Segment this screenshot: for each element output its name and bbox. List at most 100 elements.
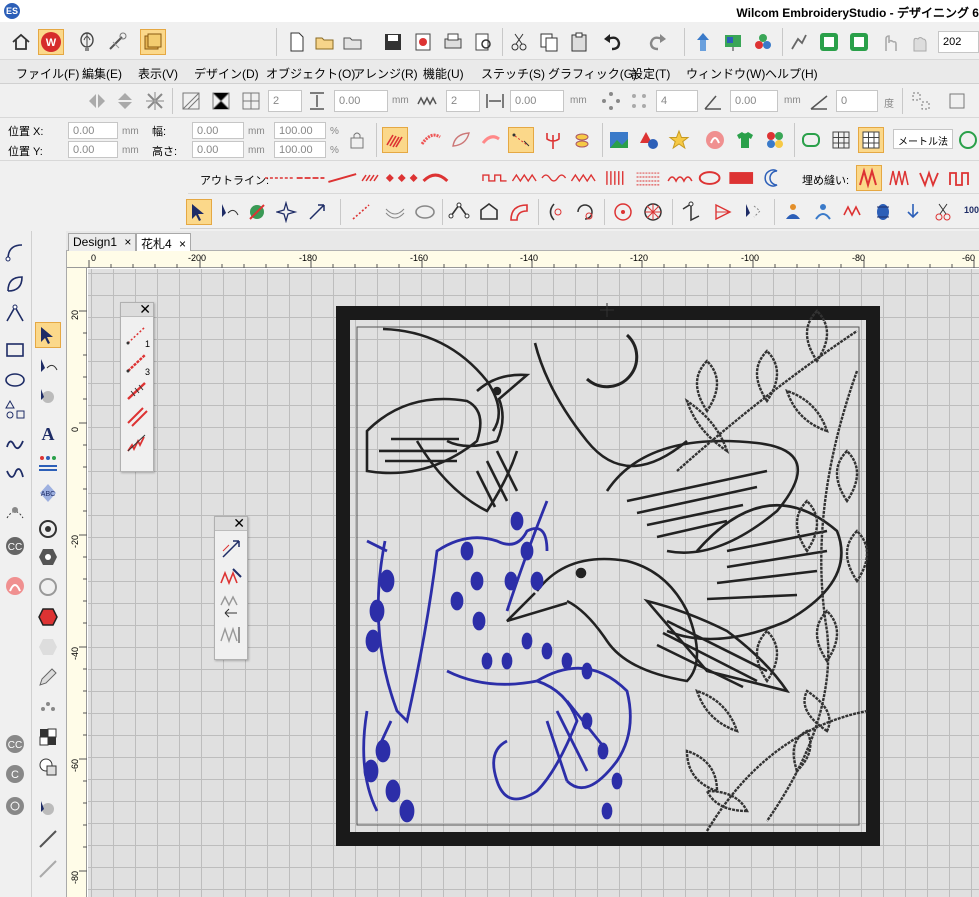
motif-fill-icon[interactable] (478, 127, 504, 153)
polyline-icon[interactable] (446, 199, 472, 225)
zigzag-line-icon[interactable] (125, 431, 151, 455)
menu-stitch[interactable]: ステッチ(S) (481, 65, 545, 82)
sparkle-select-icon[interactable] (274, 199, 300, 225)
team-names-icon[interactable] (35, 450, 61, 476)
field3[interactable]: 0.00 (730, 90, 778, 112)
skew-icon[interactable] (178, 88, 204, 114)
curve-edit-icon[interactable] (542, 199, 568, 225)
scissors-icon[interactable] (930, 199, 956, 225)
bezier2-icon[interactable] (2, 271, 28, 297)
ellipse-icon[interactable] (2, 367, 28, 393)
menu-object[interactable]: オブジェクト(O) (266, 65, 355, 82)
satin-stitch-icon[interactable] (382, 127, 408, 153)
green-frame2-icon[interactable] (846, 29, 872, 55)
zigzag-arrows-icon[interactable] (840, 199, 866, 225)
angle-d-icon[interactable] (700, 88, 726, 114)
fill-satin-icon[interactable] (856, 165, 882, 191)
color-wheel-icon[interactable] (762, 127, 788, 153)
app-icon[interactable]: ES (4, 3, 20, 19)
outline-stitch-types[interactable] (262, 165, 482, 191)
spacing-icon[interactable] (414, 88, 440, 114)
mirror-vertical-icon[interactable] (112, 88, 138, 114)
floating-palette-1[interactable]: ✕ 1 3 (120, 301, 154, 472)
mirror-both-icon[interactable] (142, 88, 168, 114)
checker-icon[interactable] (35, 724, 61, 750)
stitch-back-icon[interactable] (219, 595, 245, 619)
pos-x-field[interactable]: 0.00 (68, 122, 118, 139)
transform-box-icon[interactable] (208, 88, 234, 114)
red-hexagon-icon[interactable] (35, 604, 61, 630)
diamond-dots-icon[interactable] (598, 88, 624, 114)
flag-icon[interactable] (710, 199, 736, 225)
tatami-stitch-icon[interactable] (418, 127, 444, 153)
menu-settings[interactable]: 設定(T) (631, 65, 670, 82)
bezier-icon[interactable] (2, 239, 28, 265)
color-swap-icon[interactable] (720, 29, 746, 55)
trim-icon[interactable] (900, 199, 926, 225)
tab-design1[interactable]: Design1 × (68, 233, 137, 251)
color-balls-icon[interactable] (750, 29, 776, 55)
leaf-outline-icon[interactable] (448, 127, 474, 153)
people2-icon[interactable] (810, 199, 836, 225)
outline-stitch-types-2[interactable] (480, 165, 600, 191)
line-stitch-icon[interactable] (348, 199, 374, 225)
stitch-player-icon[interactable] (786, 29, 812, 55)
tab-design1-close[interactable]: × (124, 235, 131, 249)
print-icon[interactable] (440, 29, 466, 55)
upper-bird[interactable] (365, 327, 688, 513)
spool-icon[interactable] (870, 199, 896, 225)
palette2-close[interactable]: ✕ (233, 515, 245, 532)
stitch-forward-icon[interactable] (219, 623, 245, 647)
stitch-bead-icon[interactable] (35, 796, 61, 822)
hand-grab-icon[interactable] (906, 29, 932, 55)
lock-proportions-icon[interactable] (344, 127, 370, 153)
floating-palette-2[interactable]: ✕ (214, 515, 248, 660)
print-preview-icon[interactable] (470, 29, 496, 55)
spin1-field[interactable]: 2 (268, 90, 302, 112)
shapes-icon[interactable] (636, 127, 662, 153)
rectangle-icon[interactable] (2, 337, 28, 363)
menu-file[interactable]: ファイル(F) (16, 65, 79, 82)
dots-grid-icon[interactable] (626, 88, 652, 114)
trident-icon[interactable] (540, 127, 566, 153)
crescent-moon[interactable] (585, 333, 639, 389)
menu-window[interactable]: ウィンドウ(W) (686, 65, 765, 82)
trace-icon[interactable] (2, 499, 28, 525)
rotate-box-icon[interactable] (238, 88, 264, 114)
scale-height-field[interactable]: 100.00 (274, 141, 326, 158)
circle-target-icon[interactable] (35, 516, 61, 542)
fill-pattern-icon[interactable] (916, 165, 942, 191)
menu-function[interactable]: 機能(U) (423, 65, 464, 82)
fill-tatami-icon[interactable] (886, 165, 912, 191)
hoop-icon[interactable] (798, 127, 824, 153)
abc-badge-icon[interactable]: ABC (35, 480, 61, 506)
satin-line-icon[interactable] (125, 405, 151, 429)
menu-edit[interactable]: 編集(E) (82, 65, 122, 82)
slope-icon[interactable] (806, 88, 832, 114)
radial-icon[interactable] (610, 199, 636, 225)
gray-hexagon-icon[interactable] (35, 634, 61, 660)
embroidery-design[interactable] (67, 251, 979, 897)
new-file-icon[interactable] (284, 29, 310, 55)
star-applique-icon[interactable] (666, 127, 692, 153)
polygon-select-icon[interactable] (304, 199, 330, 225)
c-hoop-icon[interactable] (2, 793, 28, 819)
export-icon[interactable] (410, 29, 436, 55)
measure-tool-icon[interactable] (955, 127, 979, 153)
zoom-field[interactable]: 202 (938, 31, 979, 53)
width-icon[interactable] (482, 88, 508, 114)
hexagon-ring-icon[interactable] (35, 544, 61, 570)
monogram-icon[interactable] (702, 127, 728, 153)
ellipse-stitch-icon[interactable] (412, 199, 438, 225)
distribute-icon[interactable] (944, 88, 970, 114)
blue-wisteria[interactable] (362, 500, 632, 823)
menu-graphic[interactable]: グラフィック(G) (548, 65, 637, 82)
measure2-icon[interactable] (35, 856, 61, 882)
menu-design[interactable]: デザイン(D) (194, 65, 259, 82)
manage-designs-icon[interactable] (140, 29, 166, 55)
tab-hanafuda4-close[interactable]: × (179, 237, 186, 251)
numbering-icon[interactable]: 100 (960, 199, 979, 225)
c-gray-icon[interactable]: C (2, 761, 28, 787)
grid-icon[interactable] (828, 127, 854, 153)
lower-bird[interactable] (506, 439, 843, 694)
